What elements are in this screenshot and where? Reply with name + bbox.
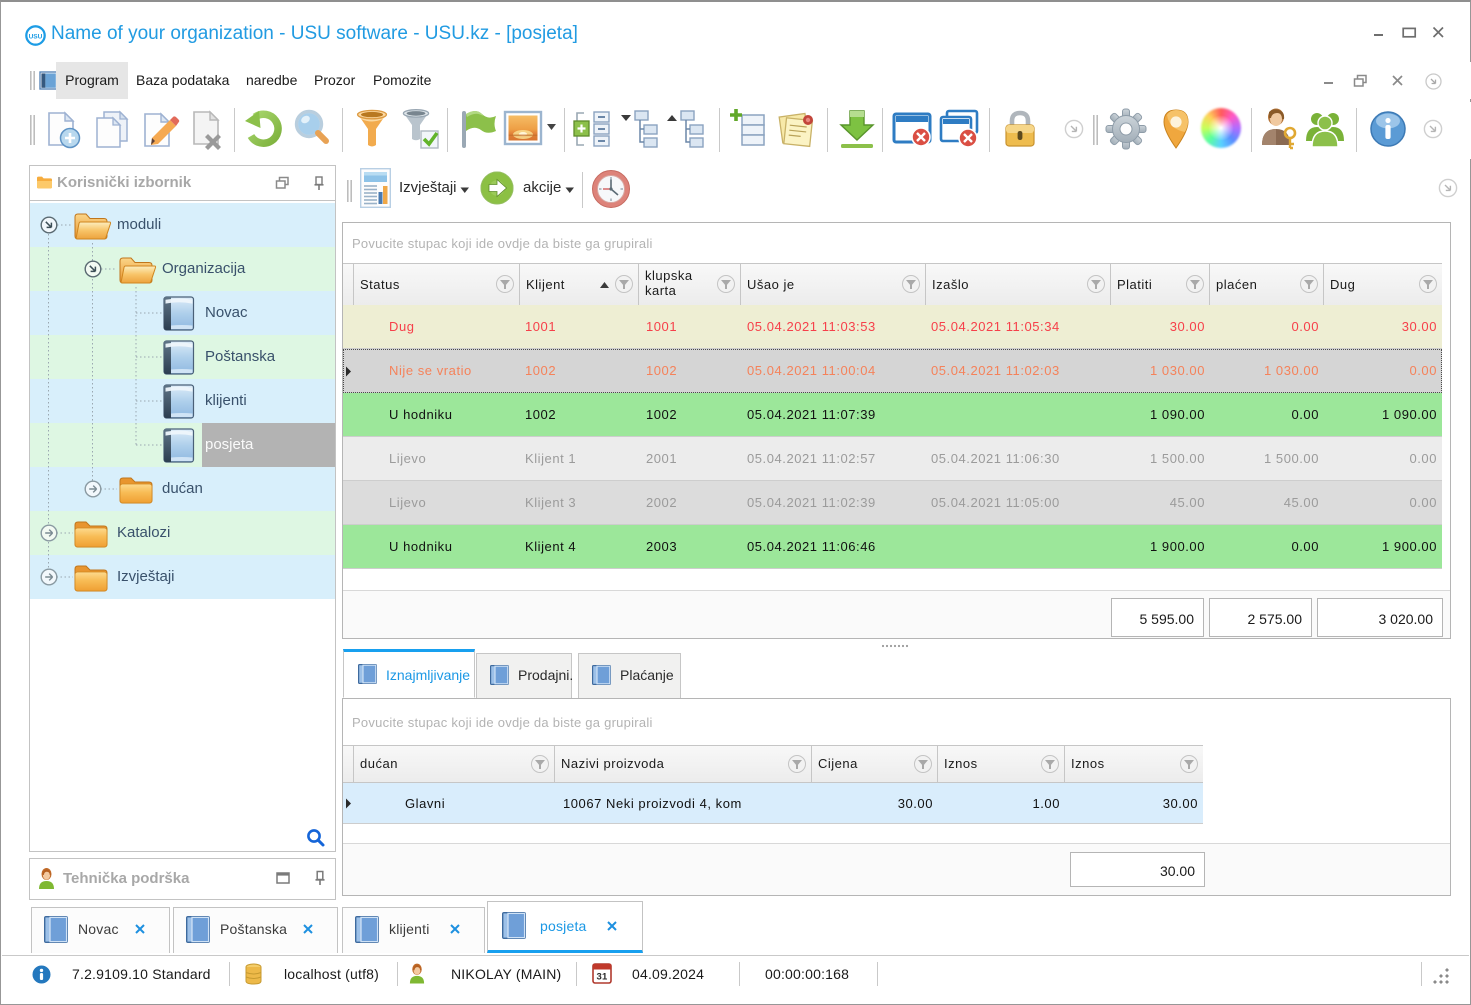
svg-text:31: 31 xyxy=(597,972,608,983)
svg-text:USU: USU xyxy=(29,34,43,41)
